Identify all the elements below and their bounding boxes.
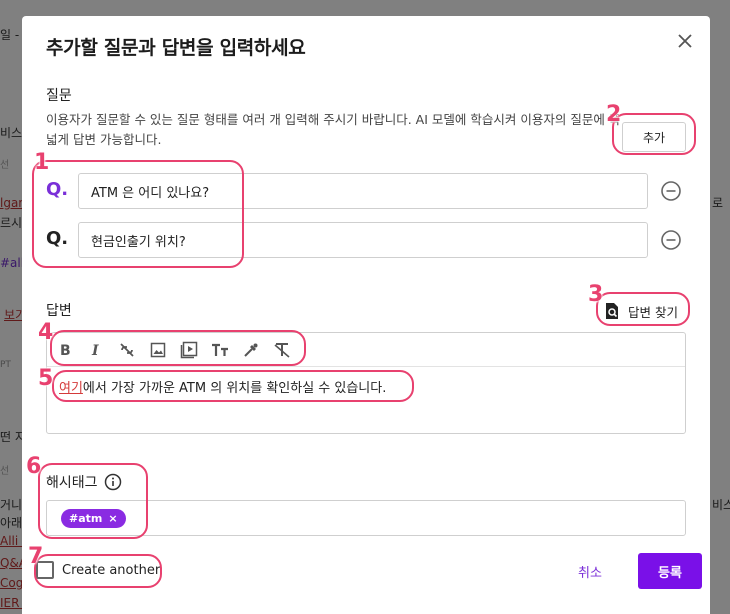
image-icon: [150, 342, 166, 357]
minus-circle-icon: [661, 230, 681, 250]
hashtag-chip-remove-icon[interactable]: ×: [108, 512, 117, 525]
video-icon: [180, 341, 198, 358]
editor-content[interactable]: 여기에서 가장 가까운 ATM 의 위치를 확인하실 수 있습니다.: [47, 367, 685, 406]
question-mark: Q.: [46, 179, 69, 200]
hashtag-input[interactable]: #atm ×: [46, 500, 686, 536]
find-answer-button[interactable]: 답변 찾기: [604, 298, 678, 324]
document-search-icon: [606, 303, 618, 319]
answer-editor: B I 여기에서 가장 가까운 ATM 의 위치를 확인하실 수 있습니다.: [46, 332, 686, 434]
create-another-row[interactable]: Create another: [36, 561, 160, 579]
modal-title: 추가할 질문과 답변을 입력하세요: [46, 37, 306, 59]
question-input[interactable]: ATM 은 어디 있나요?: [78, 173, 648, 209]
answer-link[interactable]: 여기: [59, 381, 83, 396]
image-button[interactable]: [148, 340, 168, 360]
answer-text: 에서 가장 가까운 ATM 의 위치를 확인하실 수 있습니다.: [82, 381, 387, 396]
find-answer-label: 답변 찾기: [628, 304, 678, 320]
submit-button[interactable]: 등록: [638, 553, 702, 589]
text-size-button[interactable]: [210, 340, 230, 360]
info-icon[interactable]: [104, 473, 122, 491]
annotation-number: 6: [26, 454, 42, 479]
question-description: 이용자가 질문할 수 있는 질문 형태를 여러 개 입력해 주시기 바랍니다. …: [46, 112, 621, 147]
svg-text:B: B: [60, 343, 71, 358]
hashtag-chip: #atm ×: [61, 508, 126, 528]
answer-section-label: 답변: [46, 303, 72, 319]
bold-icon: B: [60, 343, 71, 358]
italic-icon: I: [91, 343, 99, 358]
italic-button[interactable]: I: [86, 340, 106, 360]
text-size-icon: [212, 343, 228, 356]
create-another-label: Create another: [62, 562, 161, 578]
clear-format-icon: [274, 342, 290, 358]
editor-toolbar: B I: [47, 333, 685, 367]
bold-button[interactable]: B: [55, 340, 75, 360]
hashtag-section-label: 해시태그: [46, 475, 98, 491]
question-mark: Q.: [46, 228, 69, 249]
hashtag-chip-label: #atm: [69, 511, 103, 525]
minus-circle-icon: [661, 181, 681, 201]
link-off-icon: [120, 342, 134, 357]
close-icon: [678, 34, 692, 48]
question-section-label: 질문: [46, 88, 72, 104]
cancel-button[interactable]: 취소: [578, 562, 602, 581]
annotation-number: 2: [606, 102, 622, 127]
svg-text:I: I: [91, 343, 99, 358]
unlink-button[interactable]: [117, 340, 137, 360]
annotation-number: 1: [34, 150, 50, 175]
hashtag-label-row: 해시태그: [46, 472, 122, 492]
add-question-button[interactable]: 추가: [622, 122, 686, 152]
annotation-number: 3: [588, 282, 604, 307]
video-button[interactable]: [179, 340, 199, 360]
annotation-number: 4: [38, 320, 54, 345]
clear-format-button[interactable]: [272, 340, 292, 360]
remove-question-button[interactable]: [660, 180, 682, 202]
color-picker-icon: [244, 343, 258, 357]
question-input[interactable]: 현금인출기 위치?: [78, 222, 648, 258]
annotation-number: 5: [38, 366, 54, 391]
question-row: Q. ATM 은 어디 있나요?: [46, 173, 686, 209]
annotation-number: 7: [28, 544, 44, 569]
close-button[interactable]: [674, 30, 696, 52]
remove-question-button[interactable]: [660, 229, 682, 251]
question-row: Q. 현금인출기 위치?: [46, 222, 686, 258]
color-picker-button[interactable]: [241, 340, 261, 360]
